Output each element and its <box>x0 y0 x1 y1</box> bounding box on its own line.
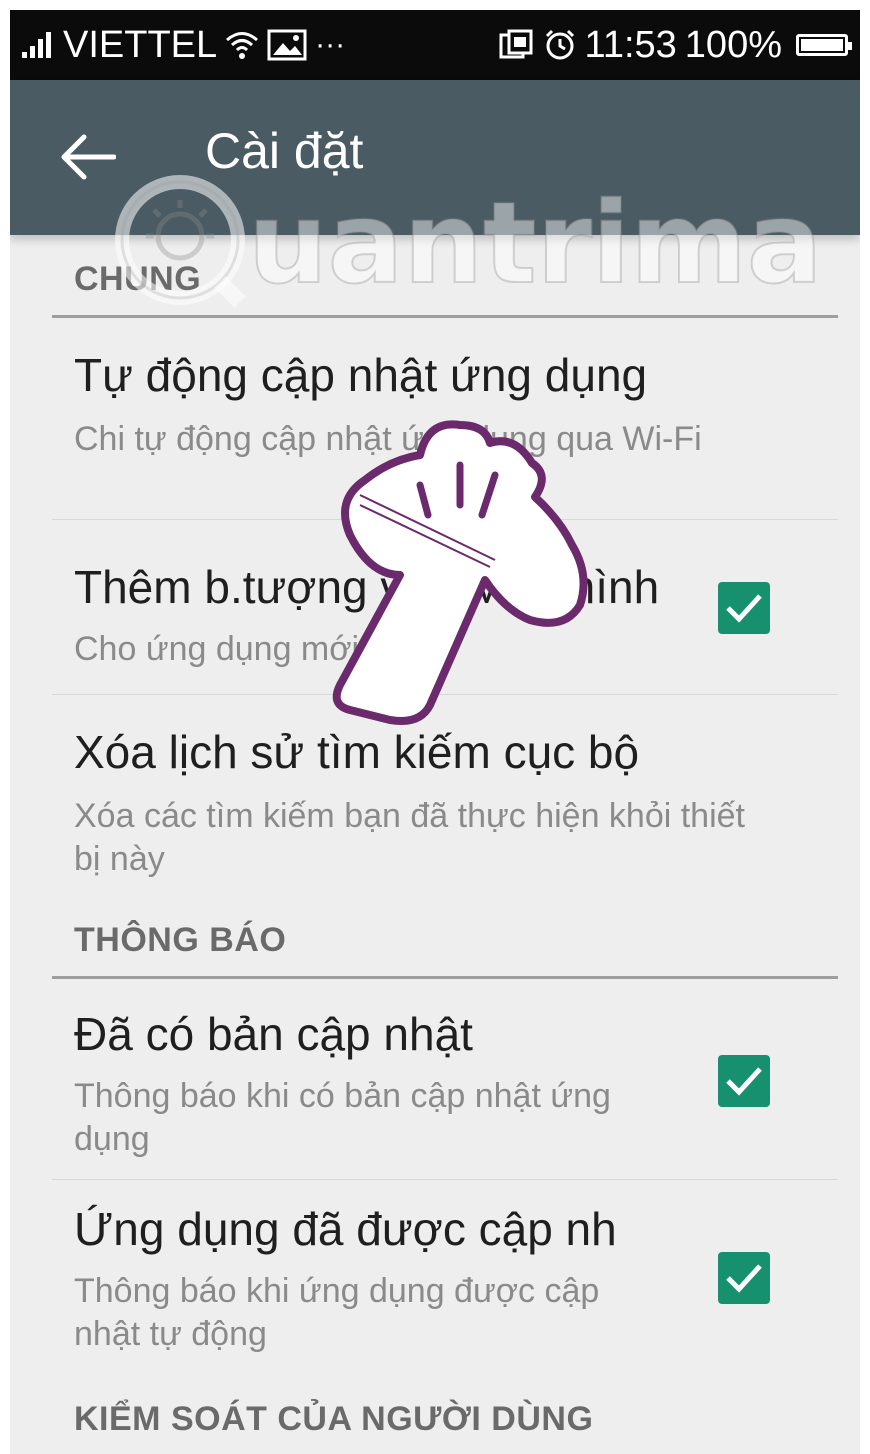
status-right: 11:53 100% <box>497 23 852 67</box>
clock: 11:53 <box>584 23 677 66</box>
battery-icon <box>796 34 852 56</box>
setting-add-icon-home[interactable]: Thêm b.tượng vào Màn hình Cho ứng dụng m… <box>10 520 860 695</box>
setting-title: Đã có bản cập nhật <box>74 1008 473 1060</box>
phone-screen: VIETTEL ··· 11:53 100% Cài đặt CHUNG Tự … <box>10 10 860 1454</box>
section-header-notifications: THÔNG BÁO <box>74 921 287 959</box>
battery-percent: 100% <box>684 23 782 66</box>
setting-title: Xóa lịch sử tìm kiếm cục bộ <box>74 726 640 778</box>
back-arrow-icon[interactable] <box>58 132 117 182</box>
setting-auto-update[interactable]: Tự động cập nhật ứng dụng Chi tự động cậ… <box>10 330 860 520</box>
section-divider <box>52 315 838 318</box>
signal-icon <box>22 32 51 58</box>
setting-title: Ứng dụng đã được cập nh <box>74 1203 617 1255</box>
gallery-icon <box>267 29 307 61</box>
checkbox-update-available[interactable] <box>718 1055 770 1107</box>
page-title: Cài đặt <box>205 123 364 179</box>
section-header-general: CHUNG <box>74 260 202 298</box>
checkbox-app-updated[interactable] <box>718 1252 770 1304</box>
setting-subtitle: Thông báo khi có bản cập nhật ứng dụng <box>74 1077 611 1158</box>
section-header-user-control: KIỂM SOÁT CỦA NGƯỜI DÙNG <box>74 1400 594 1438</box>
carrier-name: VIETTEL <box>63 23 218 66</box>
setting-title: Tự động cập nhật ứng dụng <box>74 349 648 401</box>
setting-subtitle: Xóa các tìm kiếm bạn đã thực hiện khỏi t… <box>74 797 746 878</box>
section-divider <box>52 976 838 979</box>
setting-app-updated[interactable]: Ứng dụng đã được cập nh Thông báo khi ứn… <box>10 1180 860 1375</box>
more-notifications: ··· <box>315 28 346 61</box>
sim-icon <box>499 29 533 59</box>
alarm-icon <box>545 29 574 60</box>
wifi-icon <box>226 32 259 59</box>
setting-update-available[interactable]: Đã có bản cập nhật Thông báo khi có bản … <box>10 985 860 1180</box>
status-bar: VIETTEL ··· 11:53 100% <box>10 10 860 80</box>
setting-title: Thêm b.tượng vào Màn hình <box>74 561 660 613</box>
setting-subtitle: Cho ứng dụng mới <box>74 630 360 668</box>
app-bar: Cài đặt <box>10 80 860 235</box>
setting-subtitle: Chi tự động cập nhật ứng dụng qua Wi-Fi <box>74 420 702 458</box>
setting-clear-search-history[interactable]: Xóa lịch sử tìm kiếm cục bộ Xóa các tìm … <box>10 695 860 900</box>
status-left: VIETTEL ··· <box>22 24 345 67</box>
checkbox-add-icon[interactable] <box>718 582 770 634</box>
setting-subtitle: Thông báo khi ứng dụng được cập nhật tự … <box>74 1272 600 1353</box>
